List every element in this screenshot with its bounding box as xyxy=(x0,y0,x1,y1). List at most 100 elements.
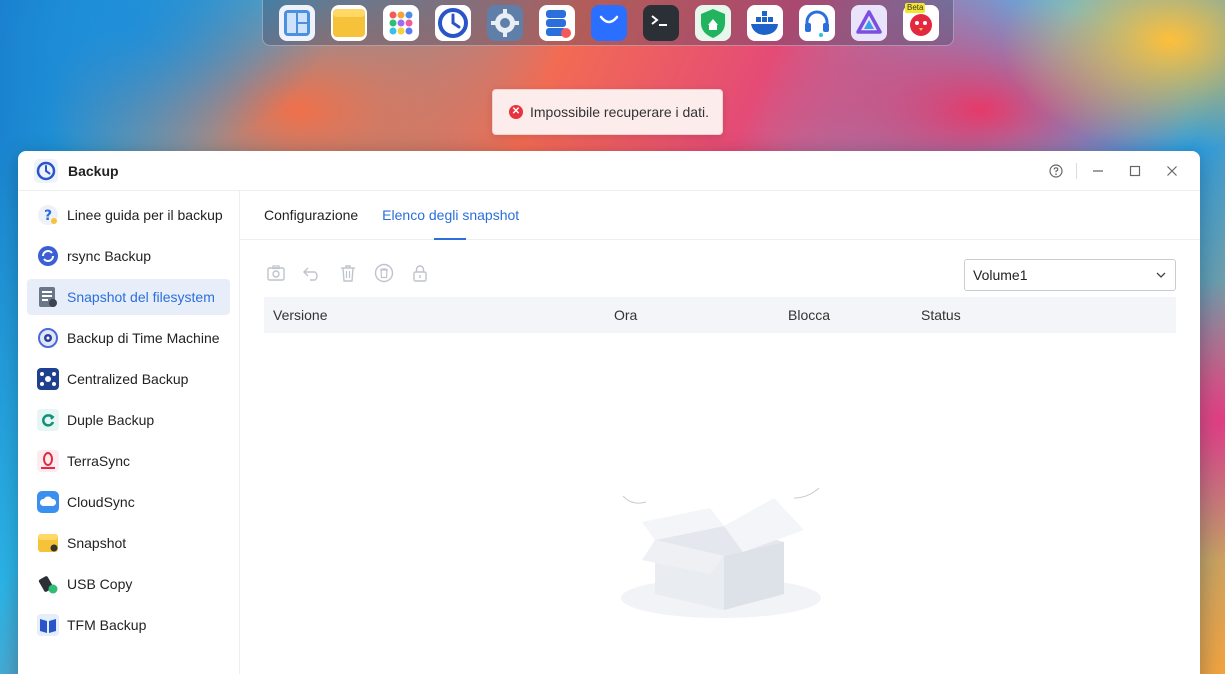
settings-app[interactable] xyxy=(487,4,523,41)
lock-button[interactable] xyxy=(410,263,430,283)
trash-icon xyxy=(341,265,355,282)
window-titlebar[interactable]: Backup xyxy=(18,151,1200,191)
help-button[interactable] xyxy=(1037,151,1074,191)
undo-icon xyxy=(303,267,318,281)
error-toast: ✕ Impossibile recuperare i dati. xyxy=(492,89,723,135)
sidebar-item-tfm-backup[interactable]: TFM Backup xyxy=(27,607,230,643)
snapshot-toolbar xyxy=(266,263,430,283)
minimize-button[interactable] xyxy=(1079,151,1116,191)
sidebar: ? Linee guida per il backup rsync Backup… xyxy=(18,191,240,674)
svg-text:?: ? xyxy=(44,208,52,224)
camera-icon xyxy=(267,265,285,281)
minimize-icon xyxy=(1092,170,1103,172)
terrasync-icon xyxy=(37,450,59,472)
sidebar-item-label: TFM Backup xyxy=(67,617,147,633)
filesystem-snapshot-icon xyxy=(37,286,59,308)
sidebar-item-label: CloudSync xyxy=(67,494,135,510)
column-header-time[interactable]: Ora xyxy=(614,307,637,323)
help-guide-icon: ? xyxy=(37,204,59,226)
sidebar-item-rsync[interactable]: rsync Backup xyxy=(27,238,230,274)
sidebar-item-label: TerraSync xyxy=(67,453,131,469)
usb-copy-icon xyxy=(37,573,59,595)
restore-button[interactable] xyxy=(302,263,322,283)
backup-window: Backup ? Linee guida per il backup rsync… xyxy=(18,151,1200,674)
gear-icon xyxy=(487,4,523,41)
help-icon xyxy=(1048,164,1063,178)
support-app[interactable] xyxy=(799,4,835,41)
maximize-button[interactable] xyxy=(1116,151,1153,191)
sidebar-item-usb-copy[interactable]: USB Copy xyxy=(27,566,230,602)
sidebar-item-label: Snapshot del filesystem xyxy=(67,289,215,305)
close-icon xyxy=(1166,166,1177,176)
terminal-app[interactable] xyxy=(643,4,679,41)
sidebar-item-duple-backup[interactable]: Duple Backup xyxy=(27,402,230,438)
storage-manager-app[interactable] xyxy=(539,4,575,41)
folder-icon xyxy=(331,4,367,41)
duple-backup-icon xyxy=(37,409,59,431)
dock: Beta xyxy=(262,0,954,46)
delete-all-button[interactable] xyxy=(374,263,394,283)
sidebar-item-label: USB Copy xyxy=(67,576,133,592)
sidebar-item-label: Snapshot xyxy=(67,535,127,551)
docker-icon xyxy=(747,4,783,41)
sidebar-item-centralized-backup[interactable]: Centralized Backup xyxy=(27,361,230,397)
triangle-media-icon xyxy=(851,4,887,41)
delete-all-icon xyxy=(374,263,394,283)
chevron-down-icon xyxy=(1156,272,1166,278)
centralized-backup-icon xyxy=(37,368,59,390)
column-header-lock[interactable]: Blocca xyxy=(788,307,830,323)
security-app[interactable] xyxy=(695,4,731,41)
empty-box-illustration xyxy=(621,487,821,618)
cloudsync-icon xyxy=(37,491,59,513)
store-app[interactable] xyxy=(591,4,627,41)
jellyfin-app[interactable] xyxy=(851,4,887,41)
error-circle-icon: ✕ xyxy=(509,105,523,119)
shopping-bag-icon xyxy=(591,4,627,41)
rsync-icon xyxy=(37,245,59,267)
table-header: Versione Ora Blocca Status xyxy=(264,297,1176,333)
tfm-backup-icon xyxy=(37,614,59,636)
sidebar-item-terrasync[interactable]: TerraSync xyxy=(27,443,230,479)
column-header-status[interactable]: Status xyxy=(921,307,961,323)
sidebar-item-label: Backup di Time Machine xyxy=(67,330,220,346)
tab-snapshot-list[interactable]: Elenco degli snapshot xyxy=(382,190,519,240)
terminal-icon xyxy=(643,4,679,41)
delete-button[interactable] xyxy=(338,263,358,283)
apps-grid-icon xyxy=(383,4,419,41)
shield-icon xyxy=(695,4,731,41)
sidebar-item-label: Duple Backup xyxy=(67,412,155,428)
beta-badge: Beta xyxy=(905,2,926,13)
headset-icon xyxy=(799,4,835,41)
clock-backup-icon xyxy=(34,158,58,183)
close-button[interactable] xyxy=(1153,151,1190,191)
window-title: Backup xyxy=(68,162,119,179)
sidebar-item-label: Centralized Backup xyxy=(67,371,189,387)
notes-app[interactable] xyxy=(331,4,367,41)
main-content: Configurazione Elenco degli snapshot Vol… xyxy=(240,191,1200,674)
volume-select-value: Volume1 xyxy=(973,267,1028,283)
volume-select[interactable]: Volume1 xyxy=(964,259,1176,291)
backup-app[interactable] xyxy=(435,4,471,41)
sidebar-item-cloudsync[interactable]: CloudSync xyxy=(27,484,230,520)
sidebar-item-snapshot[interactable]: Snapshot xyxy=(27,525,230,561)
sidebar-item-time-machine[interactable]: Backup di Time Machine xyxy=(27,320,230,356)
sidebar-item-label: rsync Backup xyxy=(67,248,152,264)
maximize-icon xyxy=(1129,165,1140,177)
file-manager-app[interactable] xyxy=(279,4,315,41)
database-icon xyxy=(539,4,575,41)
clock-backup-icon xyxy=(435,4,471,41)
take-snapshot-button[interactable] xyxy=(266,263,286,283)
time-machine-icon xyxy=(37,327,59,349)
beta-app[interactable]: Beta xyxy=(903,2,939,41)
sidebar-item-label: Linee guida per il backup xyxy=(67,207,223,223)
sidebar-item-guide[interactable]: ? Linee guida per il backup xyxy=(27,197,230,233)
sidebar-item-filesystem-snapshot[interactable]: Snapshot del filesystem xyxy=(27,279,230,315)
lock-icon xyxy=(413,265,427,282)
column-header-version[interactable]: Versione xyxy=(273,307,327,323)
controls-divider xyxy=(1076,163,1077,179)
toast-message: Impossibile recuperare i dati. xyxy=(530,104,709,120)
docker-app[interactable] xyxy=(747,4,783,41)
window-controls xyxy=(1037,151,1190,191)
tab-configuration[interactable]: Configurazione xyxy=(264,190,358,239)
app-center-app[interactable] xyxy=(383,4,419,41)
